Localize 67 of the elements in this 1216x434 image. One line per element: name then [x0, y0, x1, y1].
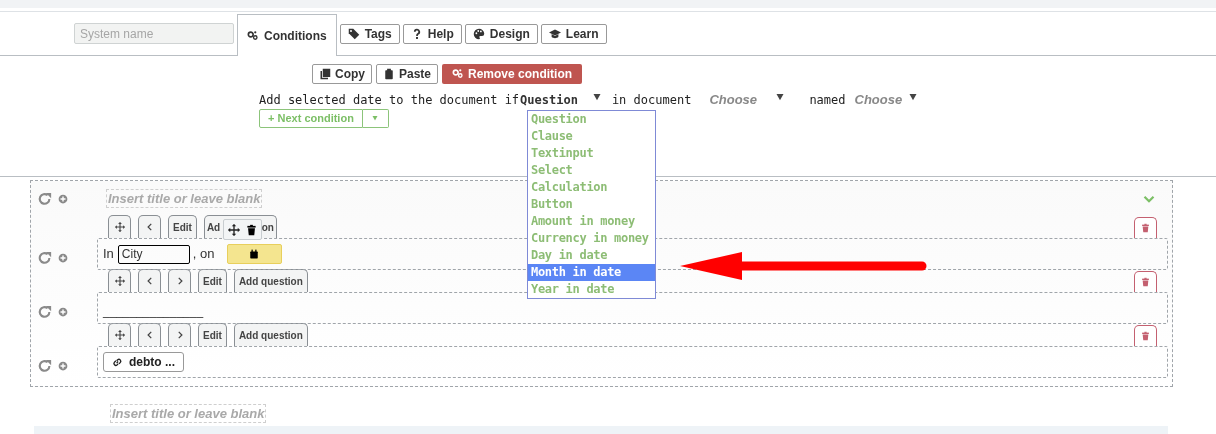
caret-icon	[776, 94, 784, 101]
previous-button[interactable]	[138, 269, 161, 292]
delete-button[interactable]	[246, 223, 257, 236]
trash-icon	[1141, 223, 1150, 233]
move-icon	[114, 276, 125, 286]
condition-text: in document	[611, 91, 692, 109]
tab[interactable]: Conditions	[237, 14, 337, 56]
refresh-icon	[38, 191, 52, 206]
gears-icon	[247, 29, 259, 42]
copy-icon	[319, 68, 331, 80]
plus-circle-icon	[58, 253, 68, 263]
remove-button[interactable]: Remove condition	[442, 64, 583, 84]
tab[interactable]: Learn	[540, 24, 607, 44]
next-button[interactable]	[168, 323, 191, 346]
tab[interactable]: Help	[402, 24, 462, 44]
date-button[interactable]	[226, 244, 282, 264]
refresh-icon	[38, 251, 52, 265]
caret-icon	[909, 94, 917, 101]
name-select[interactable]: Choose	[854, 90, 933, 110]
document-select[interactable]: Choose	[709, 90, 794, 110]
palette-icon	[472, 28, 485, 40]
condition-text: named	[809, 91, 846, 109]
tab-label-fragment: Ad	[206, 220, 221, 235]
tab[interactable]: Tags	[339, 24, 400, 44]
link-icon	[112, 356, 123, 368]
field-label: In	[103, 245, 114, 264]
caret-icon	[593, 94, 601, 101]
clipboard-icon	[383, 68, 395, 80]
tool-tab[interactable]: Edit	[198, 269, 227, 292]
action-button[interactable]: Paste	[376, 64, 439, 84]
action-button[interactable]: Copy	[312, 64, 372, 84]
city-field[interactable]: City	[117, 244, 190, 264]
blank-line: _______________	[103, 303, 204, 320]
trash-icon	[1141, 277, 1150, 287]
tab[interactable]: Design	[464, 24, 538, 44]
tool-tab[interactable]: Add question	[233, 269, 308, 292]
refresh-icon	[38, 305, 52, 319]
calendar-icon	[249, 249, 260, 259]
tag-icon	[347, 28, 360, 40]
dropdown-button[interactable]	[362, 109, 389, 128]
plus-circle-icon	[58, 307, 68, 317]
condition-text: Add selected date to the document if	[259, 91, 520, 109]
caret-icon	[371, 116, 380, 121]
tool-tab[interactable]: Edit	[168, 215, 197, 238]
tool-tab[interactable]: Edit	[198, 323, 227, 346]
title-placeholder[interactable]: Insert title or leave blank	[110, 404, 267, 423]
trash-icon	[1141, 331, 1150, 341]
plus-circle-icon	[58, 361, 68, 371]
field-label: , on	[192, 245, 215, 264]
move-button[interactable]	[228, 223, 240, 236]
move-icon	[114, 330, 125, 340]
next-button[interactable]	[168, 269, 191, 292]
move-icon	[228, 223, 240, 236]
previous-button[interactable]	[138, 215, 161, 238]
previous-button[interactable]	[138, 323, 161, 346]
type-select[interactable]: Question	[520, 90, 592, 109]
tab-label-fragment: on	[261, 220, 274, 235]
plus-circle-icon	[58, 193, 68, 204]
link-button[interactable]: debto ...	[103, 352, 184, 372]
dropdown-option[interactable]: Month in date	[528, 264, 655, 281]
graduation-cap-icon	[548, 28, 561, 40]
tool-tab[interactable]: Add question	[233, 323, 308, 346]
refresh-icon	[38, 359, 52, 373]
move-icon	[114, 222, 125, 232]
gears-icon	[452, 68, 465, 80]
system-name-field[interactable]: System name	[74, 23, 234, 44]
trash-icon	[246, 223, 257, 236]
